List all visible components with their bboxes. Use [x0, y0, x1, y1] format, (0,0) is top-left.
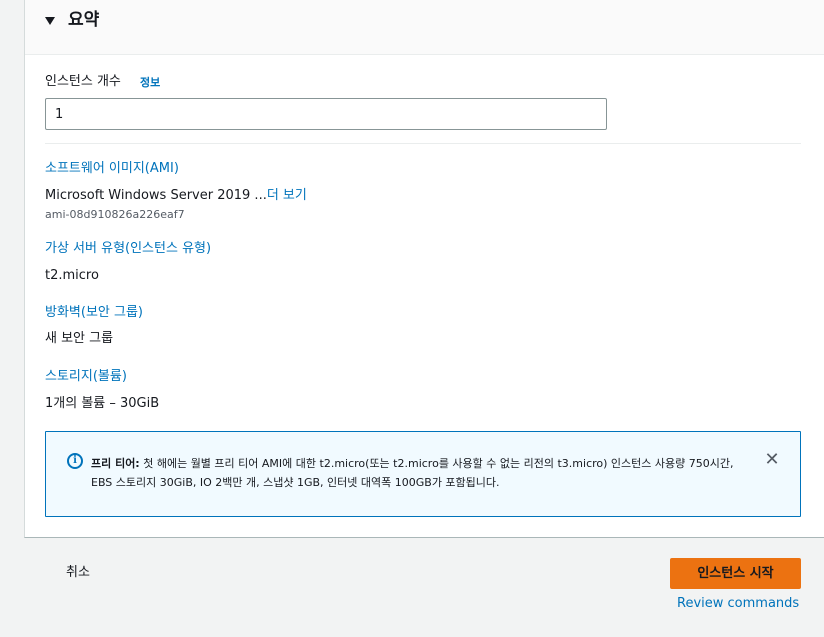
ami-more-link[interactable]: 더 보기 — [267, 188, 307, 203]
free-tier-alert-heading: 프리 티어: — [91, 457, 140, 470]
launch-instance-button[interactable]: 인스턴스 시작 — [670, 558, 801, 589]
firewall-section-title[interactable]: 방화벽(보안 그룹) — [45, 304, 143, 322]
storage-value: 1개의 볼륨 – 30GiB — [45, 396, 160, 411]
ami-id: ami-08d910826a226eaf7 — [45, 208, 185, 221]
firewall-value: 새 보안 그룹 — [45, 331, 114, 346]
instance-type-value: t2.micro — [45, 268, 99, 283]
free-tier-alert-message: 첫 해에는 월별 프리 티어 AMI에 대한 t2.micro(또는 t2.mi… — [91, 457, 734, 489]
divider — [45, 143, 801, 144]
summary-header[interactable]: 요약 — [25, 0, 824, 55]
summary-title: 요약 — [68, 10, 100, 30]
free-tier-alert: i 프리 티어: 첫 해에는 월별 프리 티어 AMI에 대한 t2.micro… — [45, 431, 801, 517]
instance-count-info-link[interactable]: 정보 — [140, 74, 160, 92]
summary-panel: 요약 인스턴스 개수 정보 소프트웨어 이미지(AMI) Microsoft W… — [24, 0, 824, 538]
review-commands-link[interactable]: Review commands — [677, 595, 799, 613]
cancel-button[interactable]: 취소 — [66, 563, 90, 583]
storage-section-title[interactable]: 스토리지(볼륨) — [45, 368, 127, 386]
instance-count-label: 인스턴스 개수 — [45, 74, 121, 89]
instance-type-section-title[interactable]: 가상 서버 유형(인스턴스 유형) — [45, 240, 211, 258]
ami-section-title[interactable]: 소프트웨어 이미지(AMI) — [45, 160, 179, 178]
ami-value: Microsoft Windows Server 2019 ...더 보기 — [45, 187, 307, 205]
info-icon: i — [67, 453, 83, 469]
instance-count-input[interactable] — [45, 98, 607, 130]
ami-name: Microsoft Windows Server 2019 ... — [45, 188, 267, 203]
caret-down-icon[interactable] — [45, 17, 55, 25]
free-tier-alert-text: 프리 티어: 첫 해에는 월별 프리 티어 AMI에 대한 t2.micro(또… — [91, 454, 751, 492]
close-icon[interactable]: ✕ — [762, 450, 782, 470]
